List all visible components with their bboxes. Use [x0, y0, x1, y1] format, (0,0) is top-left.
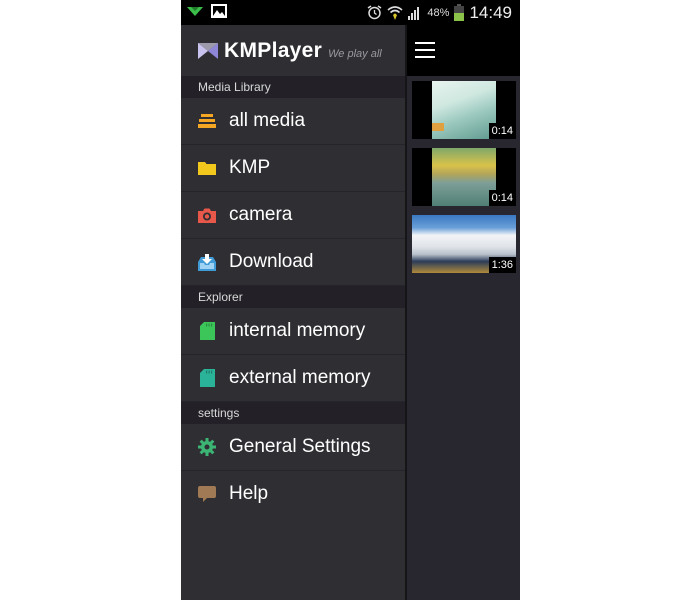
- app-name: KMPlayer: [224, 38, 323, 62]
- section-header-explorer: Explorer: [181, 286, 405, 308]
- video-duration: 0:14: [488, 190, 516, 206]
- drawer-item-camera[interactable]: camera: [181, 192, 405, 239]
- thumbnail-image-detail: [432, 123, 444, 131]
- video-thumbnail[interactable]: 0:14: [412, 81, 516, 139]
- drawer-item-label: General Settings: [229, 436, 371, 457]
- sd-card-icon: [198, 322, 216, 340]
- camera-icon: [198, 206, 216, 224]
- drawer-item-label: camera: [229, 204, 293, 225]
- video-duration: 0:14: [488, 123, 516, 139]
- section-header-media-library: Media Library: [181, 76, 405, 98]
- video-thumbnail[interactable]: 0:14: [412, 148, 516, 206]
- section-header-settings: settings: [181, 402, 405, 424]
- navigation-drawer: KMPlayer We play all Media Library all m…: [181, 25, 407, 600]
- download-icon: [198, 253, 216, 271]
- app-logo: KMPlayer We play all: [181, 25, 405, 76]
- battery-percent: 48%: [427, 6, 450, 19]
- drawer-item-external-memory[interactable]: external memory: [181, 355, 405, 402]
- drawer-item-download[interactable]: Download: [181, 239, 405, 286]
- drawer-item-label: internal memory: [229, 320, 366, 341]
- speech-bubble-icon: [198, 485, 216, 503]
- image-icon: [211, 4, 227, 18]
- drawer-item-general-settings[interactable]: General Settings: [181, 424, 405, 471]
- video-duration: 1:36: [488, 257, 516, 273]
- drawer-item-help[interactable]: Help: [181, 471, 405, 517]
- drawer-item-label: external memory: [229, 367, 371, 388]
- drawer-item-label: Help: [229, 483, 269, 504]
- battery-icon: [454, 4, 465, 21]
- phone-screen: 48% 14:49 KMPlayer We play all Media Lib…: [181, 0, 520, 600]
- drawer-item-kmp[interactable]: KMP: [181, 145, 405, 192]
- signal-icon: [408, 6, 420, 20]
- status-bar: 48% 14:49: [181, 0, 520, 25]
- wifi-icon: [387, 5, 403, 20]
- kmplayer-logo-icon: [198, 42, 218, 59]
- notification-arrow-icon: [187, 7, 203, 16]
- clock: 14:49: [469, 2, 512, 22]
- drawer-item-label: all media: [229, 110, 306, 131]
- thumbnail-image: [432, 148, 496, 206]
- action-bar: [407, 25, 520, 76]
- sd-card-icon: [198, 369, 216, 387]
- gear-icon: [198, 438, 216, 456]
- video-thumbnail[interactable]: 1:36: [412, 215, 516, 273]
- folder-icon: [198, 159, 216, 177]
- alarm-icon: [368, 5, 382, 20]
- video-list-panel: 0:14 0:14 1:36: [407, 25, 520, 600]
- hamburger-icon[interactable]: [415, 42, 435, 58]
- app-tagline: We play all: [328, 47, 382, 60]
- stack-icon: [198, 112, 216, 130]
- drawer-item-all-media[interactable]: all media: [181, 98, 405, 145]
- drawer-item-label: Download: [229, 251, 314, 272]
- drawer-item-label: KMP: [229, 157, 271, 178]
- drawer-item-internal-memory[interactable]: internal memory: [181, 308, 405, 355]
